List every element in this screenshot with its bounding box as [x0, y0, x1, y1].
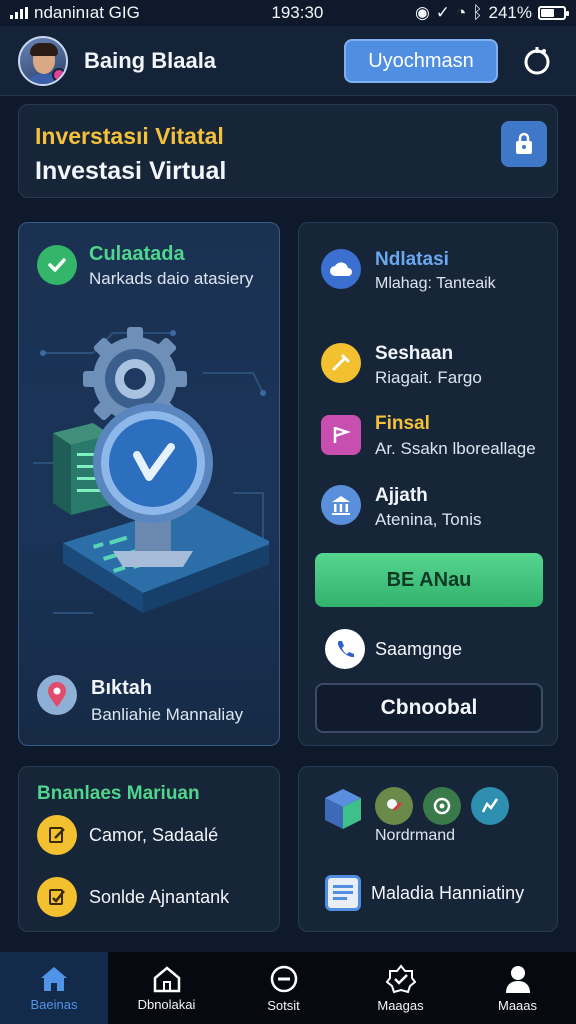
home-icon [41, 966, 67, 991]
house-outline-icon [153, 965, 180, 992]
feature-card[interactable]: Culaatada Narkads daio atasiery Bıktah B… [18, 222, 280, 746]
cube-icon[interactable] [323, 787, 363, 831]
feature-footer-subtitle: Banliahie Mannaliay [91, 705, 244, 724]
alarm-icon: ◉ [414, 3, 430, 22]
location-pin-icon [37, 675, 77, 715]
status-bar: ndaninıat GIG 193:30 ◉ ✓ ◔ ᛒ 241% [0, 0, 576, 26]
battery-icon [538, 6, 569, 20]
guide-item-2[interactable]: Sonlde Ajnantank [89, 887, 229, 908]
target-icon[interactable] [423, 787, 461, 825]
tools-caption: Nordrmand [375, 827, 456, 844]
primary-action-button[interactable]: BE ANau [315, 553, 543, 607]
status-time: 193:30 [271, 3, 324, 22]
nav-label-messages: Maagas [377, 997, 424, 1013]
guide-card: Bnanlaes Mariuan Camor, Sadaalé Sonlde A… [18, 766, 280, 932]
menu-item-sub-1: Mlahag: Tanteaik [375, 275, 496, 292]
menu-item-title-3[interactable]: Finsal [375, 413, 430, 435]
secondary-action-button[interactable]: Cbnoobal [315, 683, 543, 733]
tools-card: Nordrmand Maladia Hanniatiny [298, 766, 558, 932]
bank-icon[interactable] [321, 485, 361, 525]
clock-icon: ◔ [456, 3, 467, 22]
edit-icon[interactable] [321, 343, 361, 383]
banner-title: Investasi Virtual [35, 157, 227, 185]
feature-footer-title: Bıktah [91, 677, 153, 699]
document-icon[interactable] [325, 875, 361, 911]
nav-label-home: Baeinas [30, 996, 78, 1012]
nav-tab-house[interactable]: Dbnolakai [108, 952, 225, 1024]
feature-title: Culaatada [89, 243, 185, 265]
cloud-icon[interactable] [321, 249, 361, 289]
signal-icon [10, 7, 28, 19]
user-icon [505, 965, 530, 993]
menu-card: Ndlatasi Mlahag: Tanteaik Seshaan Riagai… [298, 222, 558, 746]
edit-circle-icon[interactable] [375, 787, 413, 825]
menu-item-title-1[interactable]: Ndlatasi [375, 249, 449, 271]
avatar[interactable] [18, 35, 68, 86]
carrier-label: ndaninıat GIG [34, 3, 140, 22]
nav-tab-minus[interactable]: Sotsit [225, 952, 342, 1024]
battery-percent: 241% [488, 3, 532, 22]
flag-icon[interactable] [321, 415, 361, 455]
virtual-investment-illustration [33, 327, 269, 614]
nav-tab-home[interactable]: Baeinas [0, 952, 108, 1024]
nav-label-house: Dbnolakai [137, 996, 196, 1012]
menu-item-title-4[interactable]: Ajjath [375, 485, 428, 507]
feature-subtitle: Narkads daio atasiery [89, 269, 254, 288]
guide-item-1[interactable]: Camor, Sadaalé [89, 825, 218, 846]
badge-icon [385, 963, 416, 993]
menu-item-sub-3: Ar. Ssakn lboreallage [375, 439, 536, 458]
menu-item-title-2[interactable]: Seshaan [375, 343, 453, 365]
contact-link[interactable]: Saamgnge [375, 639, 462, 660]
bottom-nav: Baeinas Dbnolakai Sotsit Maagas Maaas [0, 952, 576, 1024]
app-header: Baing Blaala Uyochmasn [0, 26, 576, 96]
nav-tab-messages[interactable]: Maagas [342, 952, 459, 1024]
check-icon [37, 245, 77, 285]
banner-accent-title: Inverstasıi Vitatal [35, 123, 224, 149]
checklist-icon[interactable] [37, 877, 77, 917]
notification-badge-icon [52, 67, 66, 82]
tools-item[interactable]: Maladia Hanniatiny [371, 883, 524, 904]
nav-label-minus: Sotsit [267, 997, 300, 1013]
investment-banner: Inverstasıi Vitatal Investasi Virtual [18, 104, 558, 198]
nav-label-profile: Maaas [497, 997, 538, 1013]
username: Baing Blaala [84, 47, 217, 73]
lock-button[interactable] [501, 121, 547, 167]
lock-icon [516, 132, 532, 154]
bluetooth-icon: ᛒ [472, 3, 483, 22]
settings-icon[interactable] [520, 44, 554, 78]
upgrade-button[interactable]: Uyochmasn [344, 39, 498, 83]
menu-item-sub-2: Riagait. Fargo [375, 368, 482, 387]
notes-icon[interactable] [37, 815, 77, 855]
phone-icon[interactable] [325, 629, 365, 669]
menu-item-sub-4: Atenina, Tonis [375, 510, 482, 529]
nav-tab-profile[interactable]: Maaas [459, 952, 576, 1024]
guide-title: Bnanlaes Mariuan [37, 783, 200, 804]
location-icon: ✓ [435, 3, 451, 22]
chart-icon[interactable] [471, 787, 509, 825]
minus-circle-icon [270, 965, 297, 992]
